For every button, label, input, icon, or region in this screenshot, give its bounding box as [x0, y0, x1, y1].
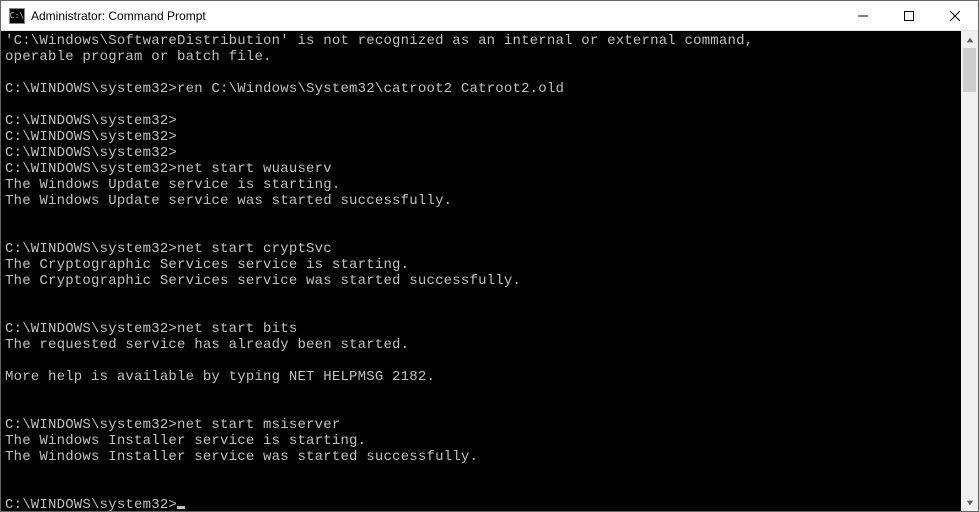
- terminal-output[interactable]: 'C:\Windows\SoftwareDistribution' is not…: [1, 31, 961, 511]
- maximize-button[interactable]: [886, 1, 932, 30]
- terminal-line: The Cryptographic Services service is st…: [5, 257, 957, 273]
- terminal-line: [5, 481, 957, 497]
- window-buttons: [840, 1, 978, 30]
- terminal-line: [5, 289, 957, 305]
- terminal-line: [5, 465, 957, 481]
- window-title: Administrator: Command Prompt: [31, 9, 206, 23]
- terminal-line: [5, 385, 957, 401]
- scroll-down-button[interactable]: [961, 494, 978, 511]
- terminal-line: The Cryptographic Services service was s…: [5, 273, 957, 289]
- terminal-line: C:\WINDOWS\system32>: [5, 113, 957, 129]
- cmd-window: C:\ Administrator: Command Prompt 'C:\Wi…: [0, 0, 979, 512]
- close-icon: [950, 11, 960, 21]
- terminal-line: [5, 401, 957, 417]
- scroll-thumb[interactable]: [963, 48, 976, 92]
- terminal-line: [5, 353, 957, 369]
- terminal-line: C:\WINDOWS\system32>net start msiserver: [5, 417, 957, 433]
- terminal-line: C:\WINDOWS\system32>: [5, 145, 957, 161]
- terminal-line: 'C:\Windows\SoftwareDistribution' is not…: [5, 33, 957, 49]
- cmd-icon: C:\: [9, 8, 25, 24]
- terminal-line: [5, 65, 957, 81]
- terminal-line: The Windows Update service was started s…: [5, 193, 957, 209]
- vertical-scrollbar[interactable]: [961, 31, 978, 511]
- terminal-line: [5, 97, 957, 113]
- terminal-line: C:\WINDOWS\system32>net start cryptSvc: [5, 241, 957, 257]
- terminal-line: [5, 209, 957, 225]
- terminal-line: The Windows Installer service is startin…: [5, 433, 957, 449]
- minimize-button[interactable]: [840, 1, 886, 30]
- terminal-line: The Windows Update service is starting.: [5, 177, 957, 193]
- minimize-icon: [858, 11, 868, 21]
- terminal-line: C:\WINDOWS\system32>ren C:\Windows\Syste…: [5, 81, 957, 97]
- terminal-line: [5, 305, 957, 321]
- close-button[interactable]: [932, 1, 978, 30]
- chevron-up-icon: [966, 36, 974, 44]
- maximize-icon: [904, 11, 914, 21]
- client-area: 'C:\Windows\SoftwareDistribution' is not…: [1, 31, 978, 511]
- chevron-down-icon: [966, 499, 974, 507]
- terminal-line: C:\WINDOWS\system32>: [5, 129, 957, 145]
- terminal-line: [5, 225, 957, 241]
- titlebar[interactable]: C:\ Administrator: Command Prompt: [1, 1, 978, 31]
- terminal-line: More help is available by typing NET HEL…: [5, 369, 957, 385]
- terminal-line: C:\WINDOWS\system32>net start bits: [5, 321, 957, 337]
- terminal-cursor: [177, 506, 185, 509]
- scroll-track[interactable]: [961, 48, 978, 494]
- terminal-line: The requested service has already been s…: [5, 337, 957, 353]
- scroll-up-button[interactable]: [961, 31, 978, 48]
- terminal-line: operable program or batch file.: [5, 49, 957, 65]
- terminal-line: C:\WINDOWS\system32>: [5, 497, 957, 511]
- terminal-line: The Windows Installer service was starte…: [5, 449, 957, 465]
- terminal-line: C:\WINDOWS\system32>net start wuauserv: [5, 161, 957, 177]
